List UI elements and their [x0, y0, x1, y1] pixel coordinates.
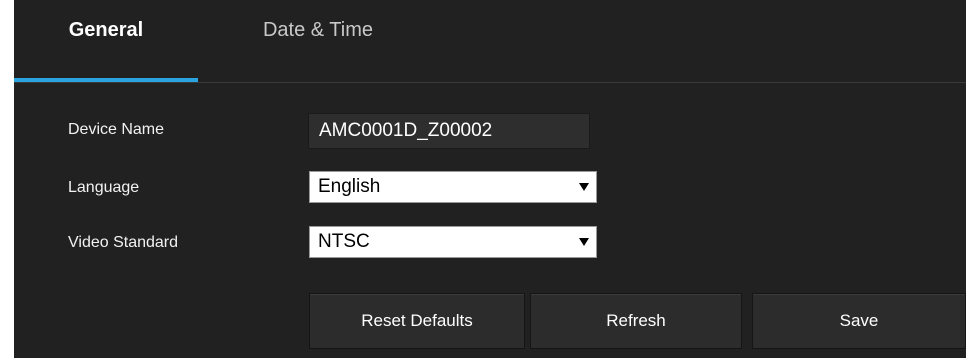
language-selected-value: English: [318, 176, 381, 197]
tab-date-time[interactable]: Date & Time: [234, 0, 402, 82]
tab-date-time-label: Date & Time: [262, 19, 374, 41]
video-standard-label: Video Standard: [68, 234, 179, 251]
tab-bar: General Date & Time: [14, 0, 966, 83]
reset-defaults-button[interactable]: Reset Defaults: [309, 293, 525, 349]
language-label: Language: [68, 179, 140, 196]
language-select[interactable]: English: [309, 171, 597, 203]
video-standard-selected-value: NTSC: [318, 231, 370, 252]
save-button[interactable]: Save: [752, 293, 966, 349]
dropdown-arrow-icon: [579, 238, 589, 246]
active-tab-indicator: [14, 78, 198, 82]
tab-general-label: General: [68, 19, 144, 41]
settings-panel: General Date & Time Device Name Language…: [14, 0, 966, 358]
dropdown-arrow-icon: [579, 183, 589, 191]
tab-general[interactable]: General: [14, 0, 198, 82]
refresh-button[interactable]: Refresh: [530, 293, 742, 349]
device-name-field[interactable]: [308, 113, 590, 149]
video-standard-select[interactable]: NTSC: [309, 226, 597, 258]
device-name-label: Device Name: [68, 121, 165, 138]
